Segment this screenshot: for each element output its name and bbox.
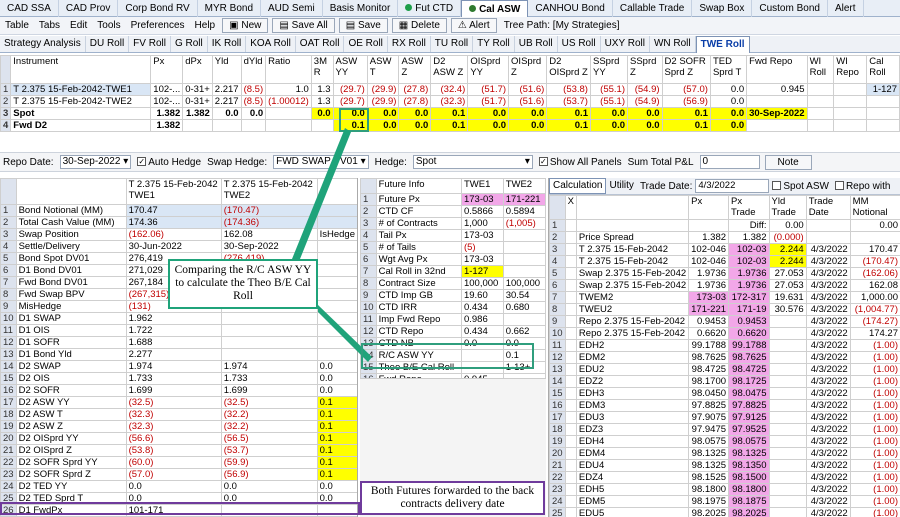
- callout-arrows: [292, 128, 372, 362]
- callout-futures-forwarded: Both Futures forwarded to the back contr…: [360, 481, 545, 515]
- rc-asw-highlight-box: [361, 343, 534, 369]
- arrow-to-asw-yy: [292, 128, 351, 259]
- d2-fwdpx-highlight-box: [0, 502, 360, 515]
